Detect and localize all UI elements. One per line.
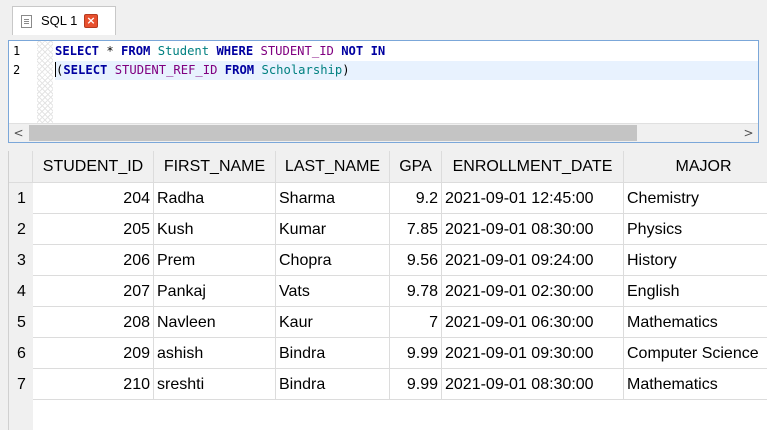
code-line[interactable]: (SELECT STUDENT_REF_ID FROM Scholarship) [55, 61, 758, 80]
row-number[interactable]: 7 [9, 369, 33, 400]
table-cell[interactable]: 2021-09-01 08:30:00 [442, 369, 624, 400]
table-cell[interactable]: 9.56 [390, 245, 442, 276]
tab-sql-1[interactable]: SQL 1 × [12, 6, 116, 35]
row-number[interactable]: 4 [9, 276, 33, 307]
scrollbar-thumb[interactable] [29, 125, 637, 141]
line-number: 1 [13, 44, 21, 58]
table-cell[interactable]: sreshti [154, 369, 276, 400]
row-number[interactable]: 1 [9, 183, 33, 214]
results-grid[interactable]: STUDENT_ID FIRST_NAME LAST_NAME GPA ENROLLME… [8, 151, 767, 430]
row-number[interactable]: 6 [9, 338, 33, 369]
row-number[interactable]: 3 [9, 245, 33, 276]
grid-corner[interactable] [9, 151, 33, 183]
sql-file-icon [21, 15, 32, 28]
table-cell[interactable]: Navleen [154, 307, 276, 338]
table-cell[interactable]: Chemistry [624, 183, 767, 214]
table-cell[interactable]: Vats [276, 276, 390, 307]
column-header-gpa[interactable]: GPA [390, 151, 442, 183]
sql-keyword: IN [370, 44, 386, 58]
table-cell[interactable]: ashish [154, 338, 276, 369]
tab-bar: SQL 1 × [0, 0, 767, 35]
sql-table-name: Student [157, 44, 210, 58]
table-cell[interactable]: 9.99 [390, 369, 442, 400]
table-cell[interactable]: Prem [154, 245, 276, 276]
table-cell[interactable]: 9.99 [390, 338, 442, 369]
table-cell[interactable]: Pankaj [154, 276, 276, 307]
sql-keyword: FROM [224, 63, 255, 77]
table-cell[interactable]: Bindra [276, 338, 390, 369]
table-cell[interactable]: Computer Science [624, 338, 767, 369]
table-cell[interactable]: English [624, 276, 767, 307]
table-cell[interactable]: Mathematics [624, 369, 767, 400]
sql-keyword: FROM [121, 44, 151, 58]
table-cell[interactable]: 207 [33, 276, 154, 307]
tab-label: SQL 1 [41, 13, 78, 28]
close-icon[interactable]: × [84, 14, 98, 28]
table-cell[interactable]: Sharma [276, 183, 390, 214]
table-cell[interactable]: Radha [154, 183, 276, 214]
sql-text: * [99, 44, 122, 58]
table-cell[interactable]: 209 [33, 338, 154, 369]
fold-margin [37, 41, 53, 124]
table-cell[interactable]: 7.85 [390, 214, 442, 245]
table-cell[interactable]: 2021-09-01 08:30:00 [442, 214, 624, 245]
column-header-first-name[interactable]: FIRST_NAME [154, 151, 276, 183]
sql-keyword: WHERE [216, 44, 254, 58]
table-cell[interactable]: 9.2 [390, 183, 442, 214]
sql-editor[interactable]: 12 SELECT * FROM Student WHERE STUDENT_I… [8, 40, 759, 143]
column-header-enrollment-date[interactable]: ENROLLMENT_DATE [442, 151, 624, 183]
table-cell[interactable]: 210 [33, 369, 154, 400]
sql-table-name: Scholarship [261, 63, 343, 77]
table-cell[interactable]: Physics [624, 214, 767, 245]
line-number-gutter: 12 [9, 41, 53, 124]
table-cell[interactable]: Mathematics [624, 307, 767, 338]
sql-column-name: STUDENT_ID [260, 44, 334, 58]
table-cell[interactable]: 2021-09-01 09:30:00 [442, 338, 624, 369]
table-cell[interactable]: 206 [33, 245, 154, 276]
table-cell[interactable]: Bindra [276, 369, 390, 400]
table-cell[interactable]: 204 [33, 183, 154, 214]
sql-keyword: SELECT [55, 44, 100, 58]
scroll-right-icon[interactable]: > [740, 124, 757, 142]
table-cell[interactable]: Kumar [276, 214, 390, 245]
table-cell[interactable]: 7 [390, 307, 442, 338]
sql-column-name: STUDENT_REF_ID [114, 63, 218, 77]
table-cell[interactable]: 9.78 [390, 276, 442, 307]
table-cell[interactable]: Kush [154, 214, 276, 245]
table-cell[interactable]: 208 [33, 307, 154, 338]
scroll-left-icon[interactable]: < [10, 124, 27, 142]
table-cell[interactable]: 2021-09-01 09:24:00 [442, 245, 624, 276]
code-line[interactable]: SELECT * FROM Student WHERE STUDENT_ID N… [55, 42, 758, 61]
table-cell[interactable]: History [624, 245, 767, 276]
sql-keyword: NOT [341, 44, 364, 58]
column-header-major[interactable]: MAJOR [624, 151, 767, 183]
table-cell[interactable]: 2021-09-01 02:30:00 [442, 276, 624, 307]
table-cell[interactable]: Kaur [276, 307, 390, 338]
row-number[interactable]: 2 [9, 214, 33, 245]
table-cell[interactable]: Chopra [276, 245, 390, 276]
table-cell[interactable]: 2021-09-01 06:30:00 [442, 307, 624, 338]
line-number: 2 [13, 63, 21, 77]
column-header-student-id[interactable]: STUDENT_ID [33, 151, 154, 183]
row-number[interactable]: 5 [9, 307, 33, 338]
editor-horizontal-scrollbar[interactable]: < > [9, 123, 758, 142]
table-cell[interactable]: 205 [33, 214, 154, 245]
column-header-last-name[interactable]: LAST_NAME [276, 151, 390, 183]
table-cell[interactable]: 2021-09-01 12:45:00 [442, 183, 624, 214]
sql-keyword: SELECT [63, 63, 108, 77]
sql-text: ) [342, 63, 350, 77]
